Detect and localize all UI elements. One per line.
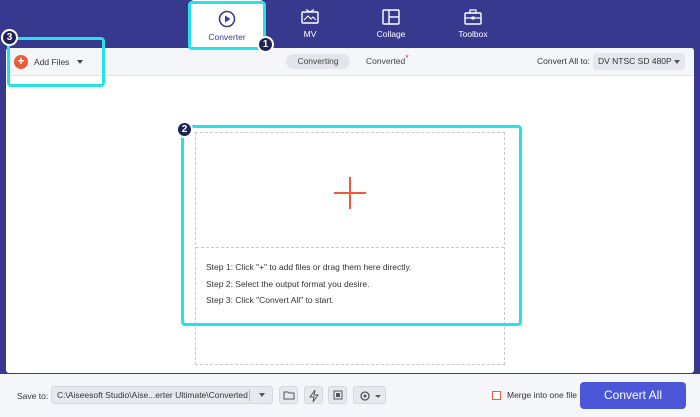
lightning-off-icon: [308, 389, 319, 403]
nav-tab-label: MV: [303, 29, 317, 39]
hardware-acceleration-button[interactable]: [304, 386, 323, 404]
chevron-down-icon[interactable]: [259, 393, 265, 397]
tab-converted[interactable]: Converted*: [366, 53, 409, 69]
badge-2: 2: [176, 121, 193, 138]
merge-checkbox[interactable]: [492, 390, 501, 400]
gpu-acceleration-button[interactable]: [328, 386, 347, 404]
output-format-value: DV NTSC SD 480P: [598, 56, 672, 66]
badge-1: 1: [257, 36, 274, 53]
toolbox-icon: [464, 9, 482, 25]
bottom-bar: Save to: C:\Aiseesoft Studio\Aise...erte…: [0, 374, 700, 417]
tab-converted-label: Converted: [366, 56, 406, 66]
nav-tab-converter[interactable]: Converter: [190, 0, 264, 50]
collage-icon: [382, 9, 400, 25]
chevron-down-icon: [674, 60, 680, 64]
save-path-value: C:\Aiseesoft Studio\Aise...erter Ultimat…: [57, 390, 248, 400]
convert-all-to-label: Convert All to:: [537, 56, 590, 66]
toolbar: + Add Files Converting Converted* Conver…: [6, 48, 694, 76]
folder-icon: [283, 391, 294, 400]
nav-tab-label: Collage: [376, 29, 406, 39]
step-2-text: Step 2: Select the output format you des…: [206, 278, 370, 289]
merge-label: Merge into one file: [507, 390, 577, 400]
badge-3: 3: [1, 29, 18, 46]
divider: [249, 389, 250, 401]
nav-tab-label: Toolbox: [458, 29, 488, 39]
nav-tab-label: Converter: [208, 32, 246, 42]
chip-off-icon: [333, 390, 342, 400]
step-1-text: Step 1: Click "+" to add files or drag t…: [206, 262, 412, 272]
gear-icon: [359, 391, 381, 401]
plus-icon-vertical[interactable]: [349, 177, 351, 209]
open-folder-button[interactable]: [279, 386, 298, 404]
nav-tab-mv[interactable]: MV: [272, 4, 348, 48]
tv-icon: [301, 9, 319, 24]
converter-icon: [218, 10, 236, 28]
add-circle-icon: +: [14, 55, 28, 69]
output-format-select[interactable]: DV NTSC SD 480P: [593, 53, 685, 70]
top-nav: Converter MV Collage Toolbox: [0, 0, 700, 50]
save-to-label: Save to:: [17, 391, 49, 401]
save-path-select[interactable]: C:\Aiseesoft Studio\Aise...erter Ultimat…: [51, 386, 273, 404]
add-files-label: Add Files: [34, 57, 70, 67]
step-3-text: Step 3: Click "Convert All" to start.: [206, 295, 334, 305]
instructions: Step 1: Click "+" to add files or drag t…: [206, 259, 412, 309]
chevron-down-icon[interactable]: [77, 60, 84, 64]
nav-tab-toolbox[interactable]: Toolbox: [435, 4, 511, 48]
convert-all-button[interactable]: Convert All: [580, 382, 686, 409]
add-file-area[interactable]: [196, 133, 504, 248]
add-files-button[interactable]: + Add Files: [14, 53, 84, 71]
settings-button[interactable]: [353, 386, 386, 404]
new-dot-icon: *: [405, 53, 409, 63]
main-panel: + Add Files Converting Converted* Conver…: [6, 48, 694, 373]
nav-tab-collage[interactable]: Collage: [353, 4, 429, 48]
tab-converting[interactable]: Converting: [286, 54, 350, 69]
merge-option[interactable]: Merge into one file: [492, 390, 577, 400]
file-drop-zone[interactable]: Step 1: Click "+" to add files or drag t…: [195, 132, 505, 365]
